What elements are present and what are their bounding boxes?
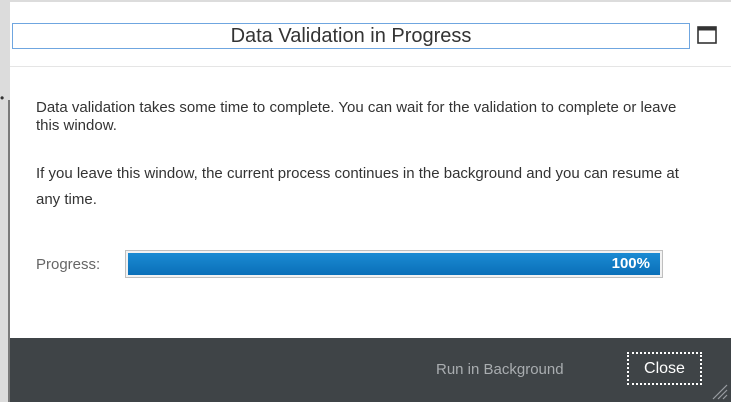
- dialog-footer: Run in Background Close: [10, 338, 731, 402]
- progress-fill: 100%: [128, 253, 660, 275]
- dialog-title: Data Validation in Progress: [12, 23, 690, 49]
- dialog-header: Data Validation in Progress: [10, 2, 731, 67]
- maximize-button[interactable]: [696, 24, 718, 46]
- dialog-body: Data validation takes some time to compl…: [10, 67, 731, 338]
- close-button[interactable]: Close: [627, 352, 702, 385]
- background-fragment: •: [0, 91, 5, 105]
- progress-label: Progress:: [36, 256, 101, 273]
- maximize-icon: [697, 26, 717, 44]
- info-paragraph-wait: Data validation takes some time to compl…: [36, 99, 677, 134]
- resize-grip-icon[interactable]: [710, 382, 728, 400]
- run-in-background-button[interactable]: Run in Background: [436, 357, 564, 383]
- progress-bar: 100%: [125, 250, 663, 278]
- info-paragraph-leave: If you leave this window, the current pr…: [36, 165, 679, 208]
- progress-value: 100%: [611, 255, 650, 272]
- validation-dialog: Data Validation in Progress Data validat…: [10, 2, 731, 402]
